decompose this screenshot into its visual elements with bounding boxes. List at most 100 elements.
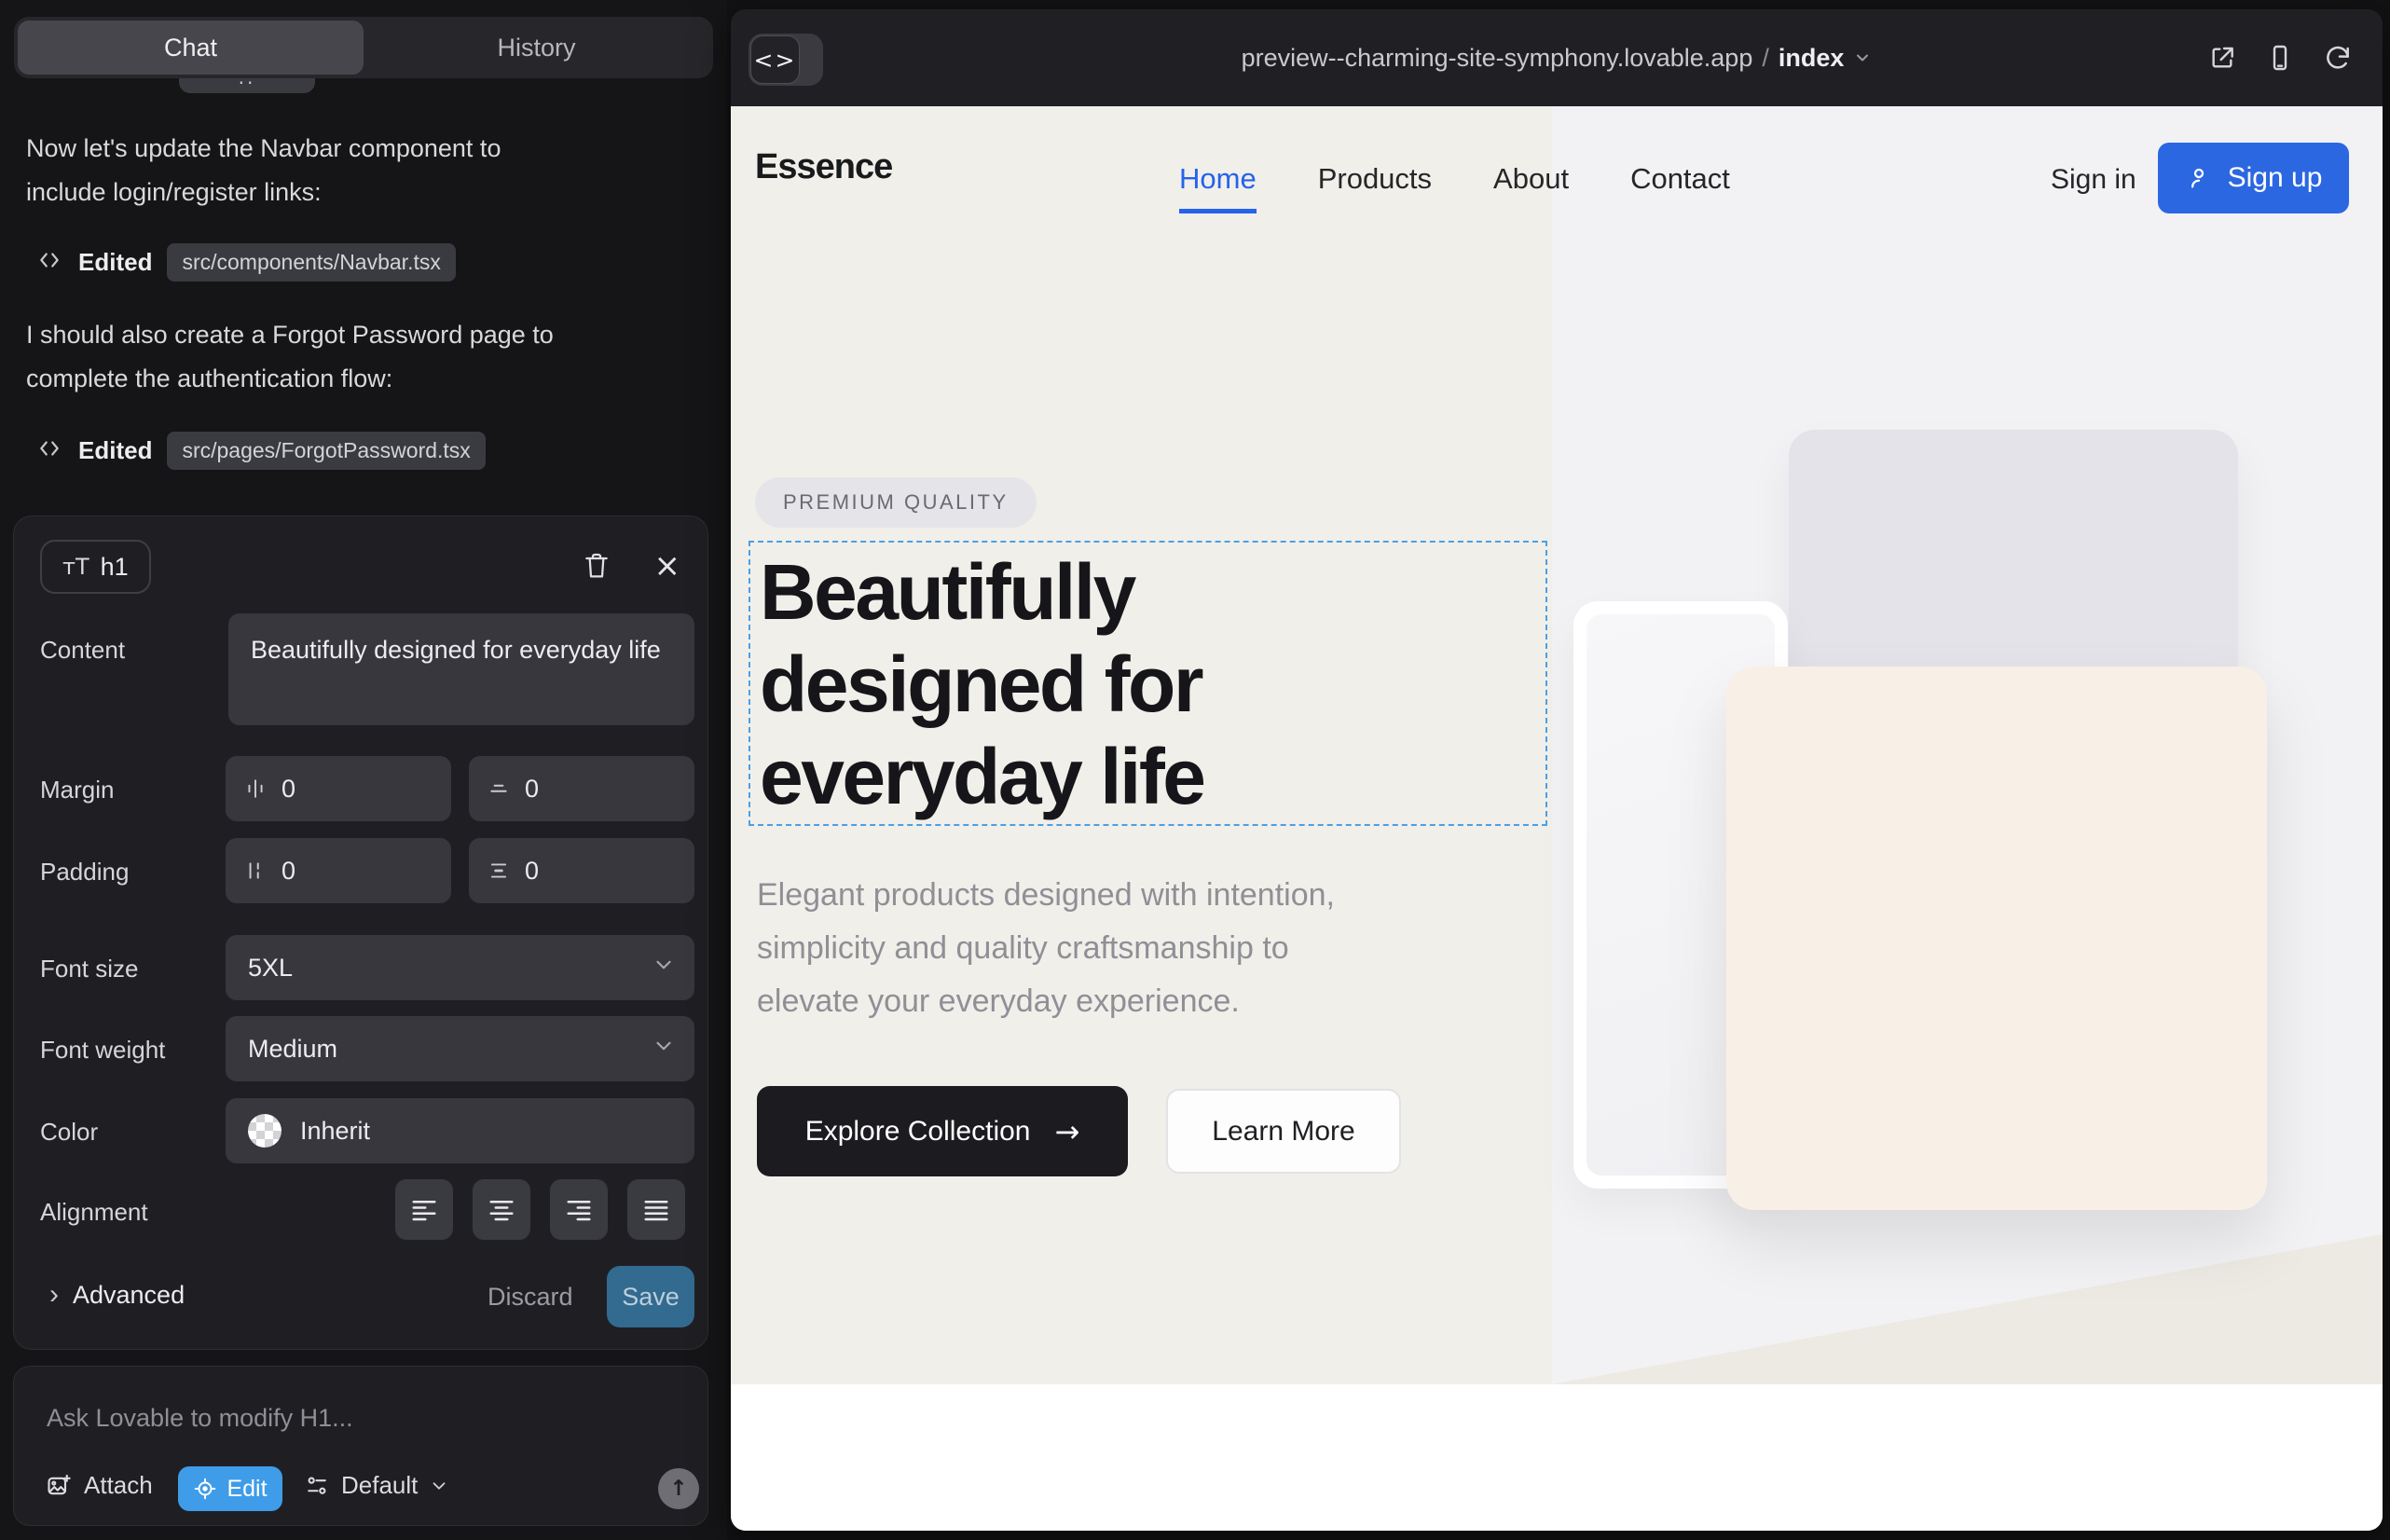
align-center-button[interactable] <box>473 1179 530 1240</box>
color-value: Inherit <box>300 1117 370 1146</box>
margin-x-value: 0 <box>282 775 295 804</box>
color-select[interactable]: Inherit <box>226 1098 694 1163</box>
edited-file-row[interactable]: Edited src/pages/ForgotPassword.tsx <box>35 431 486 470</box>
lovable-app: Chat History ·· Now let's update the Nav… <box>0 0 2390 1540</box>
refresh-icon <box>2323 43 2353 73</box>
element-tag-chip: тT h1 <box>40 540 151 594</box>
browser-actions <box>2207 43 2353 76</box>
tab-chat[interactable]: Chat <box>18 21 364 75</box>
align-justify-button[interactable] <box>627 1179 685 1240</box>
url-bar[interactable]: preview--charming-site-symphony.lovable.… <box>731 9 2383 106</box>
padding-y-input[interactable]: 0 <box>469 838 694 903</box>
save-button[interactable]: Save <box>607 1266 694 1327</box>
font-weight-select[interactable]: Medium <box>226 1016 694 1081</box>
chat-panel: Chat History ·· Now let's update the Nav… <box>0 0 727 1540</box>
delete-element-button[interactable] <box>582 550 611 584</box>
refresh-button[interactable] <box>2323 43 2353 76</box>
align-left-button[interactable] <box>395 1179 453 1240</box>
attach-button[interactable]: Attach <box>45 1471 153 1500</box>
mode-label: Default <box>341 1471 418 1500</box>
font-size-value: 5XL <box>248 954 293 983</box>
type-icon: тT <box>62 554 89 580</box>
explore-collection-button[interactable]: Explore Collection → <box>757 1086 1128 1176</box>
assistant-message: I should also create a Forgot Password p… <box>26 313 660 401</box>
margin-label: Margin <box>40 776 114 804</box>
target-icon <box>193 1477 217 1501</box>
chat-input[interactable]: Ask Lovable to modify H1... <box>47 1404 353 1433</box>
url-path: index <box>1779 44 1845 73</box>
margin-horizontal-icon <box>244 777 267 800</box>
edit-label: Edit <box>227 1476 267 1503</box>
learn-more-button[interactable]: Learn More <box>1166 1089 1401 1174</box>
file-chip[interactable]: src/pages/ForgotPassword.tsx <box>167 432 485 470</box>
font-size-label: Font size <box>40 955 139 983</box>
chevron-right-icon: › <box>49 1279 59 1311</box>
align-right-button[interactable] <box>550 1179 608 1240</box>
color-label: Color <box>40 1118 98 1147</box>
hero-heading[interactable]: Beautifully designed for everyday life <box>760 546 1545 823</box>
nav-link-products[interactable]: Products <box>1318 162 1432 213</box>
chat-history-tabs: Chat History <box>14 17 713 78</box>
font-weight-value: Medium <box>248 1035 337 1064</box>
chevron-down-icon <box>652 953 676 983</box>
image-plus-icon <box>45 1473 73 1499</box>
align-justify-icon <box>642 1198 670 1222</box>
margin-y-value: 0 <box>525 775 539 804</box>
site-logo[interactable]: Essence <box>755 147 892 187</box>
edited-file-row[interactable]: Edited src/components/Navbar.tsx <box>35 242 456 282</box>
url-separator: / <box>1762 44 1769 73</box>
url-domain: preview--charming-site-symphony.lovable.… <box>1242 44 1753 73</box>
arrow-right-icon: → <box>1054 1114 1079 1149</box>
advanced-label: Advanced <box>73 1281 185 1310</box>
person-icon <box>2185 164 2213 192</box>
next-section-background <box>731 1384 2383 1531</box>
content-input[interactable]: Beautifully designed for everyday life <box>228 613 694 725</box>
advanced-toggle[interactable]: › Advanced <box>49 1279 185 1311</box>
sign-up-button[interactable]: Sign up <box>2158 143 2349 213</box>
align-center-icon <box>488 1198 515 1222</box>
align-right-icon <box>565 1198 593 1222</box>
content-label: Content <box>40 636 125 665</box>
transparent-color-swatch <box>248 1114 282 1148</box>
edited-label: Edited <box>78 436 152 465</box>
site-nav: Home Products About Contact <box>1179 162 1730 213</box>
alignment-buttons <box>395 1179 685 1240</box>
margin-y-input[interactable]: 0 <box>469 756 694 821</box>
open-in-new-tab-button[interactable] <box>2207 43 2237 76</box>
nav-link-home[interactable]: Home <box>1179 162 1257 213</box>
tab-history[interactable]: History <box>364 21 709 75</box>
decorative-cream-card <box>1726 667 2267 1210</box>
site-preview: Essence Home Products About Contact Sign… <box>731 106 2383 1531</box>
padding-vertical-icon <box>488 859 510 882</box>
font-weight-label: Font weight <box>40 1036 165 1065</box>
discard-button[interactable]: Discard <box>488 1283 573 1312</box>
close-editor-button[interactable]: × <box>654 550 681 582</box>
padding-y-value: 0 <box>525 857 539 886</box>
font-size-select[interactable]: 5XL <box>226 935 694 1000</box>
nav-link-contact[interactable]: Contact <box>1630 162 1730 213</box>
preview-browser-window: <> preview--charming-site-symphony.lovab… <box>731 9 2383 1531</box>
margin-x-input[interactable]: 0 <box>226 756 451 821</box>
chevron-down-icon <box>429 1476 449 1496</box>
phone-icon <box>2265 43 2295 73</box>
edit-mode-button[interactable]: Edit <box>178 1466 282 1511</box>
code-icon <box>35 436 63 465</box>
chevron-down-icon <box>1853 48 1872 67</box>
send-button[interactable]: ↑ <box>658 1468 699 1509</box>
model-selector[interactable]: Default <box>304 1471 449 1500</box>
file-chip[interactable]: src/components/Navbar.tsx <box>167 243 455 282</box>
element-editor-panel: тT h1 × Content Beautifully designed for… <box>13 516 708 1350</box>
code-icon <box>35 248 63 277</box>
nav-link-about[interactable]: About <box>1493 162 1569 213</box>
browser-toolbar: <> preview--charming-site-symphony.lovab… <box>731 9 2383 106</box>
alignment-label: Alignment <box>40 1198 148 1227</box>
external-link-icon <box>2207 43 2237 73</box>
hero-diagonal-shape <box>1552 1234 2383 1384</box>
sign-up-label: Sign up <box>2228 162 2323 194</box>
selected-element-outline[interactable]: Beautifully designed for everyday life <box>749 541 1547 826</box>
trash-icon <box>582 550 611 582</box>
sign-in-link[interactable]: Sign in <box>2051 164 2136 196</box>
element-tag-label: h1 <box>101 553 129 582</box>
mobile-view-button[interactable] <box>2265 43 2295 76</box>
padding-x-input[interactable]: 0 <box>226 838 451 903</box>
